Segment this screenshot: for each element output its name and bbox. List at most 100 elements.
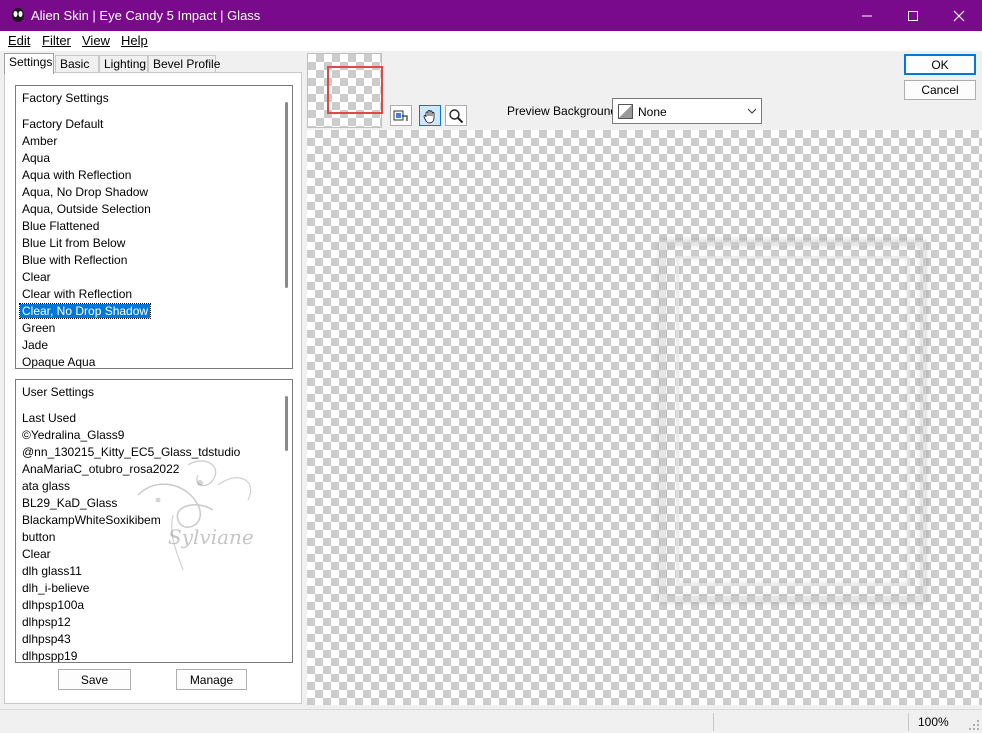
list-item-label: Clear — [22, 270, 51, 284]
list-item[interactable]: Clear — [20, 269, 278, 286]
zoom-tool-button[interactable] — [445, 105, 467, 126]
navigator-viewport[interactable] — [327, 66, 383, 114]
factory-settings-header: Factory Settings — [22, 91, 109, 105]
list-item[interactable]: Factory Default — [20, 116, 278, 133]
list-item-label: Aqua, No Drop Shadow — [22, 185, 149, 199]
factory-scrollbar[interactable] — [285, 102, 288, 288]
menu-filter[interactable]: Filter — [42, 33, 71, 48]
user-settings-list[interactable]: User Settings Last Used ©Yedralina_Glass9… — [15, 379, 293, 663]
list-item[interactable]: Amber — [20, 133, 278, 150]
list-item-label: dlhpspp19 — [22, 649, 78, 663]
list-item-label: Green — [22, 321, 56, 335]
list-item-label: Aqua, Outside Selection — [22, 202, 151, 216]
list-item-label: @nn_130215_Kitty_EC5_Glass_tdstudio — [22, 445, 241, 459]
resize-grip-icon[interactable] — [968, 719, 980, 731]
settings-panel: Factory Settings Factory Default Amber Aqu… — [4, 72, 302, 704]
factory-settings-list[interactable]: Factory Settings Factory Default Amber Aqu… — [15, 85, 293, 369]
zoom-level: 100% — [918, 715, 949, 729]
list-item-label: dlhpsp43 — [22, 632, 71, 646]
list-item-label: dlhpsp100a — [22, 598, 85, 612]
list-item[interactable]: ©Yedralina_Glass9 — [20, 427, 278, 444]
tab-lighting[interactable]: Lighting — [99, 55, 148, 73]
list-item[interactable]: Clear, No Drop Shadow — [18, 303, 278, 320]
list-item[interactable]: AnaMariaC_otubro_rosa2022 — [20, 461, 278, 478]
list-item[interactable]: dlhpsp12 — [20, 614, 278, 631]
list-item-label: Opaque Aqua — [22, 355, 96, 369]
tab-settings[interactable]: Settings — [4, 53, 54, 74]
list-item[interactable]: dlhpsp43 — [20, 631, 278, 648]
user-scrollbar[interactable] — [285, 396, 288, 451]
list-item-label: Jade — [22, 338, 49, 352]
list-item-label: Clear with Reflection — [22, 287, 133, 301]
list-item[interactable]: dlh glass11 — [20, 563, 278, 580]
manage-button[interactable]: Manage — [176, 669, 247, 690]
list-item[interactable]: Blue Lit from Below — [20, 235, 278, 252]
menu-filter-label: Filter — [42, 33, 71, 48]
list-item[interactable]: Opaque Aqua — [20, 354, 278, 369]
maximize-button[interactable] — [890, 0, 936, 31]
user-settings-header: User Settings — [22, 385, 95, 399]
preview-background-select[interactable]: None — [612, 98, 762, 124]
user-settings-items: Last Used ©Yedralina_Glass9 @nn_130215_Kit… — [20, 410, 278, 663]
list-item-label: Last Used — [22, 411, 77, 425]
list-item[interactable]: dlhpspp19 — [20, 648, 278, 663]
list-item[interactable]: Aqua, No Drop Shadow — [20, 184, 278, 201]
maximize-icon — [908, 10, 918, 21]
list-item[interactable]: @nn_130215_Kitty_EC5_Glass_tdstudio — [20, 444, 278, 461]
chevron-down-icon — [747, 108, 757, 114]
ok-button[interactable]: OK — [904, 54, 976, 75]
list-item[interactable]: Clear with Reflection — [20, 286, 278, 303]
navigator-toggle-icon — [393, 110, 408, 121]
list-item[interactable]: ata glass — [20, 478, 278, 495]
list-item[interactable]: button — [20, 529, 278, 546]
list-item[interactable]: Last Used — [20, 410, 278, 427]
minimize-button[interactable] — [844, 0, 890, 31]
menu-edit-label: Edit — [8, 33, 31, 48]
list-item[interactable]: Aqua with Reflection — [20, 167, 278, 184]
list-item[interactable]: Blue with Reflection — [20, 252, 278, 269]
menu-help-label: Help — [121, 33, 148, 48]
list-item[interactable]: dlh_i-believe — [20, 580, 278, 597]
list-item[interactable]: Aqua — [20, 150, 278, 167]
glass-effect-inner — [676, 256, 910, 586]
hand-icon — [423, 109, 435, 123]
factory-settings-items: Factory Default Amber Aqua Aqua with Reflec… — [18, 116, 278, 369]
list-item[interactable]: Jade — [20, 337, 278, 354]
preview-background-value: None — [638, 105, 667, 119]
list-item[interactable]: Green — [20, 320, 278, 337]
menu-help[interactable]: Help — [121, 33, 148, 48]
list-item-label: dlhpsp12 — [22, 615, 71, 629]
list-item[interactable]: dlhpsp100a — [20, 597, 278, 614]
list-item-label: Blue Flattened — [22, 219, 100, 233]
hand-tool-button[interactable] — [419, 105, 441, 126]
save-button[interactable]: Save — [58, 669, 131, 690]
app-icon — [12, 8, 24, 22]
list-item[interactable]: BlackampWhiteSoxikibem — [20, 512, 278, 529]
list-item-label: BlackampWhiteSoxikibem — [22, 513, 161, 527]
minimize-icon — [862, 15, 872, 16]
navigator-toggle-button[interactable] — [390, 105, 412, 126]
navigator-thumbnail[interactable] — [307, 53, 383, 128]
list-item-label: ata glass — [22, 479, 71, 493]
list-item-label: dlh glass11 — [22, 564, 82, 578]
preview-canvas[interactable] — [307, 130, 982, 705]
list-item[interactable]: BL29_KaD_Glass — [20, 495, 278, 512]
tab-bevel-profile[interactable]: Bevel Profile — [148, 55, 220, 73]
menu-edit[interactable]: Edit — [8, 33, 30, 48]
close-button[interactable] — [936, 0, 982, 31]
list-item-label: Clear — [22, 547, 51, 561]
tab-basic[interactable]: Basic — [55, 55, 99, 73]
list-item[interactable]: Aqua, Outside Selection — [20, 201, 278, 218]
status-separator — [713, 713, 714, 731]
preview-background-label: Preview Background: — [507, 104, 621, 118]
list-item[interactable]: Blue Flattened — [20, 218, 278, 235]
list-item-label: AnaMariaC_otubro_rosa2022 — [22, 462, 180, 476]
list-item-label: Blue with Reflection — [22, 253, 128, 267]
menu-bar: Edit Filter View Help — [0, 31, 982, 51]
list-item-label: Aqua with Reflection — [22, 168, 132, 182]
menu-view[interactable]: View — [82, 33, 110, 48]
cancel-button[interactable]: Cancel — [904, 80, 976, 100]
menu-view-label: View — [82, 33, 110, 48]
list-item[interactable]: Clear — [20, 546, 278, 563]
list-item-label: button — [22, 530, 56, 544]
